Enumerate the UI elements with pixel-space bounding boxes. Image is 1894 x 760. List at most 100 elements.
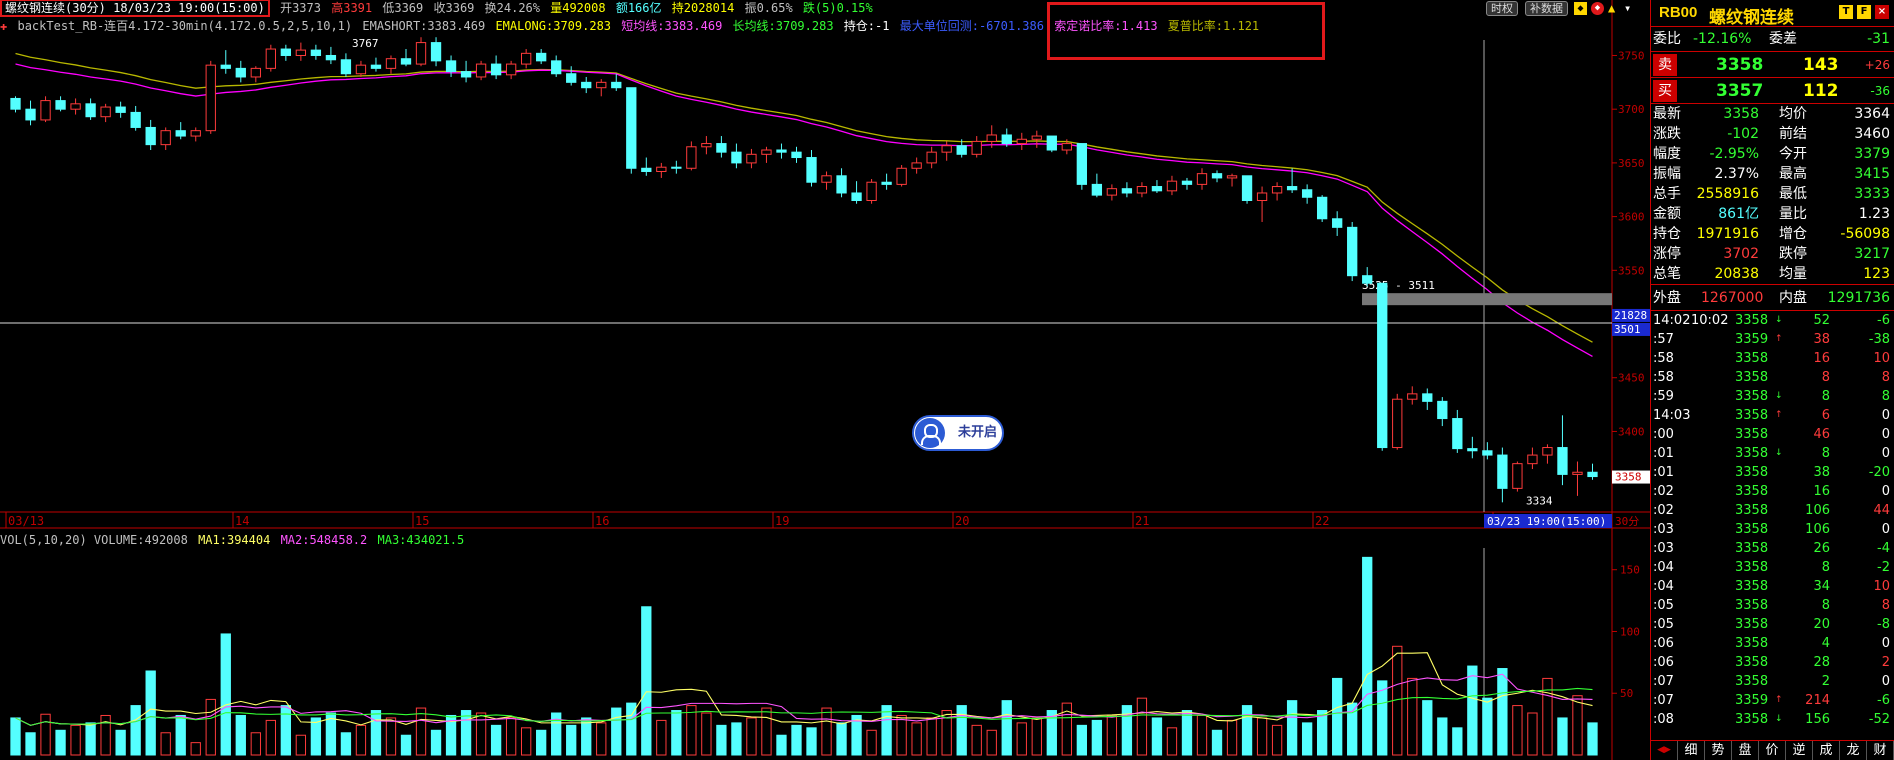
alert-icon[interactable]: ◆	[1591, 2, 1604, 15]
volume-bar	[460, 710, 472, 756]
tick-time: 14:02	[1653, 313, 1691, 328]
candle-body	[145, 126, 156, 146]
candle-body	[1437, 400, 1448, 420]
candle-body	[1332, 218, 1343, 228]
candle-body	[671, 166, 682, 169]
settings-icon[interactable]: ◆	[1574, 2, 1587, 15]
tick-row[interactable]: 14:03 3358 ↑ 6 0	[1651, 406, 1894, 425]
last-price-tag: 3358	[1615, 471, 1642, 484]
vol-y-tick-label: 150	[1620, 564, 1640, 577]
volume-bar	[280, 705, 292, 756]
tick-row[interactable]: 14:02 10:02 3358 ↓ 52 -6	[1651, 311, 1894, 330]
candle-body	[445, 60, 457, 73]
time-button[interactable]: 时权	[1486, 1, 1518, 16]
x-tick-label: 16	[595, 514, 609, 528]
x-tick-label: 03/13	[8, 514, 44, 528]
tick-row[interactable]: :59 3358 ↓ 8 8	[1651, 387, 1894, 406]
panel-tab[interactable]: 龙	[1840, 741, 1867, 760]
tick-volume: 26	[1813, 541, 1830, 556]
tick-volume: 16	[1813, 484, 1830, 499]
stat-value: 1971916	[1696, 226, 1759, 242]
panel-tab[interactable]: 细	[1678, 741, 1705, 760]
stat-label: 持仓	[1653, 226, 1681, 242]
candle-body	[701, 143, 712, 148]
volume-bar	[250, 732, 261, 756]
volume-bar	[160, 732, 171, 756]
tick-diff: -52	[1868, 712, 1890, 727]
inner-value: 1291736	[1827, 290, 1890, 306]
close-icon[interactable]: ×	[1875, 5, 1889, 19]
panel-tab[interactable]: 财	[1867, 741, 1894, 760]
strategy-status-badge[interactable]: 未开启	[912, 415, 1004, 451]
tick-price: 3358	[1735, 389, 1769, 404]
tick-row[interactable]: :01 3358 38 -20	[1651, 463, 1894, 482]
tick-row[interactable]: :05 3358 20 -8	[1651, 615, 1894, 634]
kline-chart-area[interactable]: 03/1314151619202122233750370036503600355…	[0, 0, 1650, 760]
stat-label: 金额	[1653, 206, 1681, 222]
t-icon[interactable]: T	[1839, 5, 1853, 19]
supplement-data-button[interactable]: 补数据	[1525, 1, 1568, 16]
tick-row[interactable]: :07 3358 2 0	[1651, 672, 1894, 691]
volume-bar	[415, 707, 427, 756]
tick-arrow: ↓	[1775, 391, 1783, 401]
volume-bar	[520, 727, 532, 756]
stat-row: 持仓 1971916 增仓 -56098	[1651, 224, 1894, 244]
stat-row: 涨跌 -102 前结 3460	[1651, 124, 1894, 144]
buy-row[interactable]: 买 3357 112 -36	[1651, 77, 1894, 103]
tick-row[interactable]: :06 3358 28 2	[1651, 653, 1894, 672]
candle-body	[1482, 450, 1493, 456]
panel-tab[interactable]: 盘	[1732, 741, 1759, 760]
tick-row[interactable]: :07 3359 ↑ 214 -6	[1651, 691, 1894, 710]
tick-row[interactable]: :03 3358 106 0	[1651, 520, 1894, 539]
candle-body	[460, 71, 472, 78]
tab-nav-icon[interactable]: ◀▶	[1651, 741, 1678, 760]
tick-row[interactable]: :04 3358 34 10	[1651, 577, 1894, 596]
panel-tab[interactable]: 成	[1813, 741, 1840, 760]
tick-row[interactable]: :02 3358 16 0	[1651, 482, 1894, 501]
stat-label: 总手	[1653, 186, 1681, 202]
tick-row[interactable]: :00 3358 46 0	[1651, 425, 1894, 444]
outer-value: 1267000	[1701, 290, 1764, 306]
tick-row[interactable]: :58 3358 8 8	[1651, 368, 1894, 387]
tick-row[interactable]: :03 3358 26 -4	[1651, 539, 1894, 558]
tick-row[interactable]: :08 3358 ↓ 156 -52	[1651, 710, 1894, 729]
stat-value: 3460	[1854, 126, 1890, 142]
period-label: 30分	[1615, 515, 1639, 528]
sell-row[interactable]: 卖 3358 143 +26	[1651, 51, 1894, 77]
tick-row[interactable]: :04 3358 8 -2	[1651, 558, 1894, 577]
volume-bar	[1241, 705, 1253, 756]
candle-body	[250, 67, 261, 78]
volume-bar	[641, 606, 652, 756]
close-value: 收3369	[433, 1, 475, 15]
tick-row[interactable]: :05 3358 8 8	[1651, 596, 1894, 615]
range-band	[1362, 293, 1612, 306]
tick-row[interactable]: :58 3358 16 10	[1651, 349, 1894, 368]
more-icon[interactable]: ▾	[1624, 1, 1631, 15]
volume-bar	[1572, 695, 1583, 756]
candle-body	[1001, 134, 1012, 145]
volume-bar	[671, 710, 682, 756]
stats-table: 最新 3358 均价 3364 涨跌 -102 前结 3460 幅度 -2.95% 今开 3379 振幅…	[1651, 103, 1894, 284]
tick-list[interactable]: 14:02 10:02 3358 ↓ 52 -6:57 3359 ↑ 38 -38:58 3358 1…	[1651, 310, 1894, 729]
panel-tab[interactable]: 价	[1759, 741, 1786, 760]
tick-diff: 10	[1873, 351, 1890, 366]
tick-row[interactable]: :06 3358 4 0	[1651, 634, 1894, 653]
tick-volume: 34	[1813, 579, 1830, 594]
quote-title: RB00 螺纹钢连续 T F ×	[1651, 0, 1894, 28]
tick-time: :05	[1653, 598, 1674, 613]
volume-bar	[776, 734, 787, 756]
panel-tab[interactable]: 逆	[1786, 741, 1813, 760]
stat-value: 2.37%	[1714, 166, 1759, 182]
candle-body	[355, 64, 367, 75]
tick-row[interactable]: :01 3358 ↓ 8 0	[1651, 444, 1894, 463]
stat-label: 振幅	[1653, 166, 1681, 182]
info-icon[interactable]: ▲	[1608, 1, 1615, 15]
buy-label: 买	[1653, 80, 1677, 102]
stat-value: 1.23	[1858, 206, 1890, 222]
f-icon[interactable]: F	[1857, 5, 1871, 19]
panel-tab[interactable]: 势	[1705, 741, 1732, 760]
tick-row[interactable]: :57 3359 ↑ 38 -38	[1651, 330, 1894, 349]
tick-row[interactable]: :02 3358 106 44	[1651, 501, 1894, 520]
tick-price: 3359	[1735, 693, 1769, 708]
tick-time: :00	[1653, 427, 1674, 442]
